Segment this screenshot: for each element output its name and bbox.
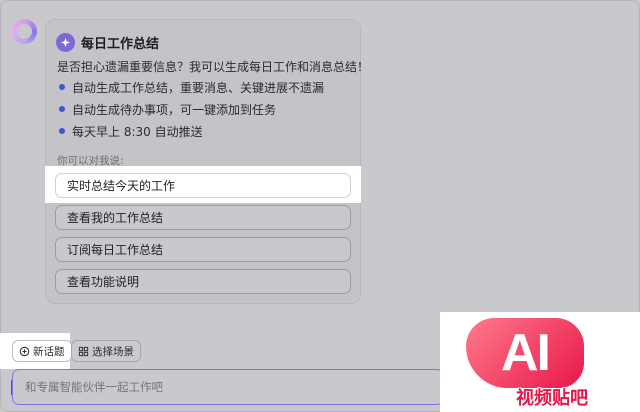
bullet-dot (59, 106, 65, 112)
new-topic-button[interactable]: 新话题 (12, 340, 72, 362)
bullet-dot (59, 84, 65, 90)
chat-plus-icon (19, 346, 30, 357)
bullet-dot (59, 128, 65, 134)
watermark-label: 视频贴吧 (516, 388, 588, 409)
new-topic-label: 新话题 (33, 345, 65, 358)
sparkle-badge-icon (56, 32, 75, 52)
watermark-logo: AI (466, 318, 584, 388)
message-input-box[interactable] (12, 369, 444, 405)
grid-icon (78, 346, 89, 357)
choose-scene-label: 选择场景 (92, 345, 134, 358)
feature-item: 自动生成待办事项，可一键添加到任务 (59, 98, 324, 120)
assistant-avatar (12, 19, 37, 44)
feature-list: 自动生成工作总结，重要消息、关键进展不遗漏 自动生成待办事项，可一键添加到任务 … (59, 76, 324, 142)
suggestion-feature-help[interactable]: 查看功能说明 (55, 269, 351, 294)
suggestion-view-summary[interactable]: 查看我的工作总结 (55, 205, 351, 230)
feature-text: 自动生成工作总结，重要消息、关键进展不遗漏 (72, 80, 325, 95)
card-header: 每日工作总结 (56, 32, 159, 52)
feature-text: 自动生成待办事项，可一键添加到任务 (72, 102, 277, 117)
card-intro: 是否担心遗漏重要信息？我可以生成每日工作和消息总结！ (57, 60, 370, 74)
message-input[interactable] (13, 370, 443, 404)
feature-text: 每天早上 8:30 自动推送 (72, 124, 203, 139)
suggestion-subscribe-summary[interactable]: 订阅每日工作总结 (55, 237, 351, 262)
feature-item: 自动生成工作总结，重要消息、关键进展不遗漏 (59, 76, 324, 98)
choose-scene-button[interactable]: 选择场景 (71, 340, 141, 362)
watermark-logo-text: AI (501, 324, 551, 382)
card-title: 每日工作总结 (81, 36, 160, 52)
text-caret (11, 380, 12, 395)
suggestion-realtime-summary[interactable]: 实时总结今天的工作 (55, 173, 351, 198)
feature-item: 每天早上 8:30 自动推送 (59, 120, 324, 142)
